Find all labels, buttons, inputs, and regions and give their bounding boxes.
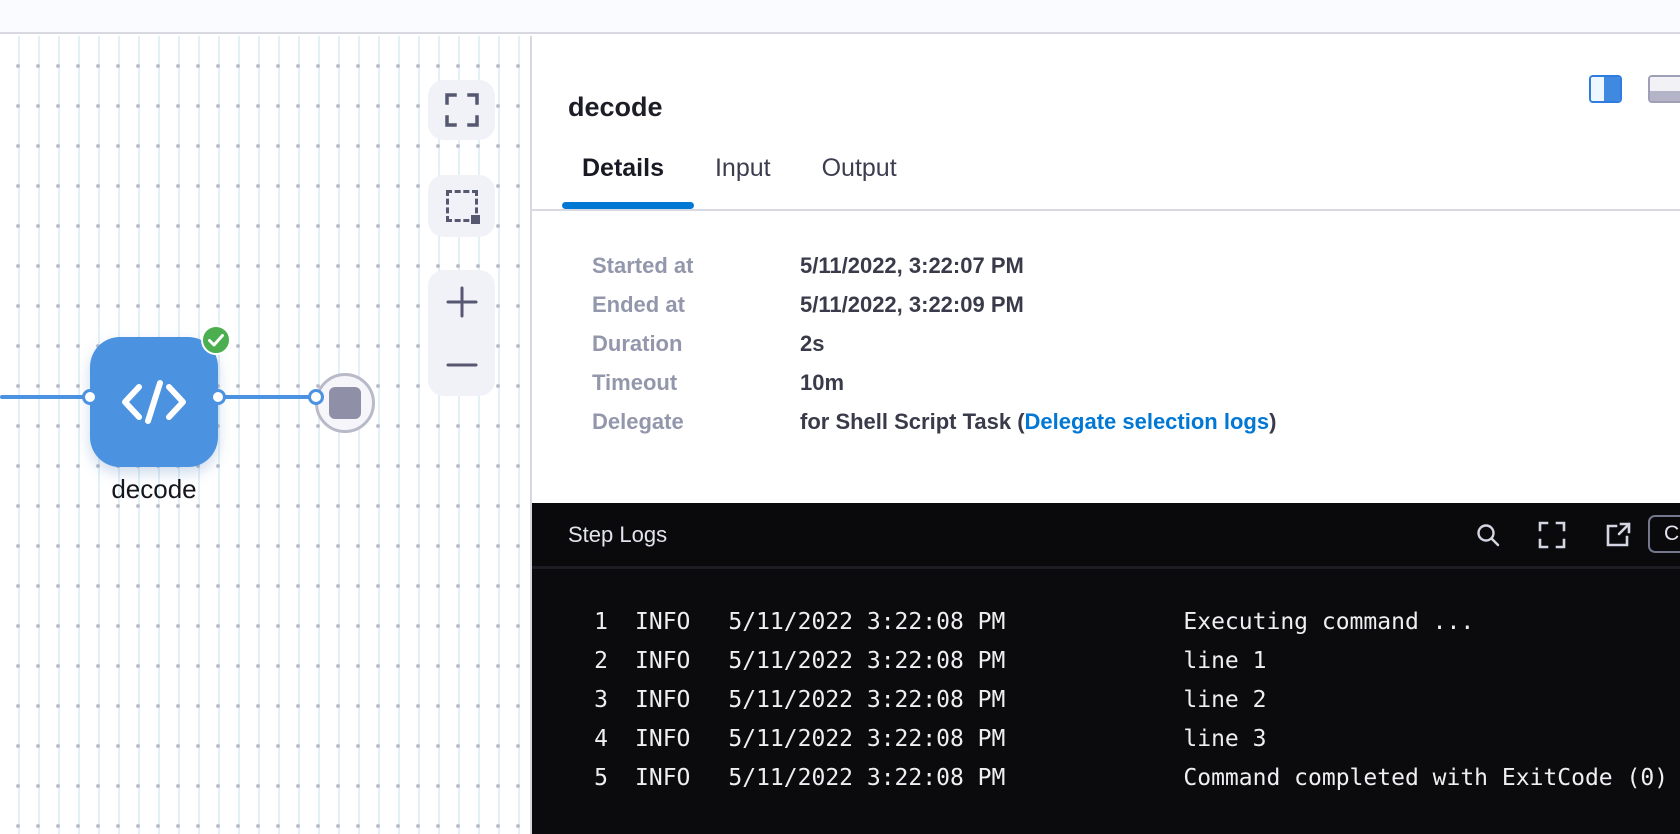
zoom-controls [428, 270, 495, 396]
log-line-number: 5 [532, 765, 608, 791]
end-node-port[interactable] [308, 389, 324, 405]
zoom-in-button[interactable] [428, 270, 495, 333]
log-line-number: 4 [532, 726, 608, 752]
log-timestamp: 5/11/2022 3:22:08 PM [728, 687, 1075, 713]
zoom-out-button[interactable] [428, 333, 495, 396]
marquee-select-icon [446, 190, 478, 222]
split-bottom-view-icon [1650, 77, 1680, 91]
log-message: line 3 [1183, 726, 1266, 752]
page-title: decode [568, 92, 663, 123]
log-timestamp: 5/11/2022 3:22:08 PM [728, 648, 1075, 674]
node-label: decode [64, 474, 244, 505]
log-line-number: 2 [532, 648, 608, 674]
log-message: Command completed with ExitCode (0) [1183, 765, 1668, 791]
edge-outgoing [218, 395, 318, 399]
split-right-view-toggle[interactable] [1589, 75, 1622, 103]
log-line: 1 INFO 5/11/2022 3:22:08 PM Executing co… [532, 602, 1680, 641]
delegate-selection-logs-link[interactable]: Delegate selection logs [1025, 409, 1270, 434]
detail-row-duration: Duration 2s [592, 324, 1276, 363]
code-icon [119, 373, 189, 431]
log-message: line 2 [1183, 687, 1266, 713]
log-search-button[interactable] [1473, 520, 1503, 550]
fit-view-button[interactable] [428, 80, 495, 140]
search-icon [1475, 522, 1501, 548]
log-line: 3 INFO 5/11/2022 3:22:08 PM line 2 [532, 680, 1680, 719]
log-level: INFO [635, 726, 690, 752]
log-line: 4 INFO 5/11/2022 3:22:08 PM line 3 [532, 719, 1680, 758]
details-list: Started at 5/11/2022, 3:22:07 PM Ended a… [592, 246, 1276, 441]
log-line: 2 INFO 5/11/2022 3:22:08 PM line 1 [532, 641, 1680, 680]
log-message: Executing command ... [1183, 609, 1474, 635]
log-expand-button[interactable] [1537, 520, 1567, 550]
log-open-in-new-button[interactable] [1603, 520, 1633, 550]
fit-view-icon [445, 93, 479, 127]
tab-input[interactable]: Input [715, 154, 771, 183]
split-bottom-view-toggle[interactable] [1648, 75, 1680, 103]
step-logs-title: Step Logs [568, 522, 667, 548]
expand-icon [1538, 521, 1566, 549]
split-right-view-icon [1591, 77, 1604, 101]
log-level: INFO [635, 765, 690, 791]
tab-output[interactable]: Output [822, 154, 897, 183]
log-line-number: 1 [532, 609, 608, 635]
detail-row-started-at: Started at 5/11/2022, 3:22:07 PM [592, 246, 1276, 285]
log-level: INFO [635, 687, 690, 713]
tab-details[interactable]: Details [582, 154, 664, 183]
marquee-select-button[interactable] [428, 175, 495, 237]
edge-incoming [0, 395, 90, 399]
tab-bar: Details Input Output [582, 154, 897, 183]
node-port-left[interactable] [82, 389, 98, 405]
log-lines[interactable]: 1 INFO 5/11/2022 3:22:08 PM Executing co… [532, 569, 1680, 797]
pipeline-end-node[interactable] [315, 373, 375, 433]
log-timestamp: 5/11/2022 3:22:08 PM [728, 765, 1075, 791]
top-bar [0, 0, 1680, 34]
stop-icon [329, 387, 361, 419]
node-port-right[interactable] [210, 389, 226, 405]
log-message: line 1 [1183, 648, 1266, 674]
step-logs-panel: Step Logs [532, 503, 1680, 834]
pipeline-canvas[interactable]: decode [0, 36, 530, 834]
log-level: INFO [635, 609, 690, 635]
detail-row-delegate: Delegate for Shell Script Task (Delegate… [592, 402, 1276, 441]
tab-bar-divider [532, 209, 1680, 211]
check-icon [208, 334, 224, 347]
log-line: 5 INFO 5/11/2022 3:22:08 PM Command comp… [532, 758, 1680, 797]
detail-row-ended-at: Ended at 5/11/2022, 3:22:09 PM [592, 285, 1276, 324]
detail-row-timeout: Timeout 10m [592, 363, 1276, 402]
log-timestamp: 5/11/2022 3:22:08 PM [728, 609, 1075, 635]
success-badge [201, 325, 231, 355]
pipeline-node-decode[interactable] [90, 337, 218, 467]
step-details-panel: decode Details Input Output Started at 5… [532, 36, 1680, 834]
step-logs-header: Step Logs [532, 503, 1680, 566]
console-view-button[interactable]: C [1648, 515, 1680, 553]
active-tab-underline [562, 202, 694, 209]
log-timestamp: 5/11/2022 3:22:08 PM [728, 726, 1075, 752]
log-level: INFO [635, 648, 690, 674]
open-in-new-icon [1604, 521, 1632, 549]
log-line-number: 3 [532, 687, 608, 713]
